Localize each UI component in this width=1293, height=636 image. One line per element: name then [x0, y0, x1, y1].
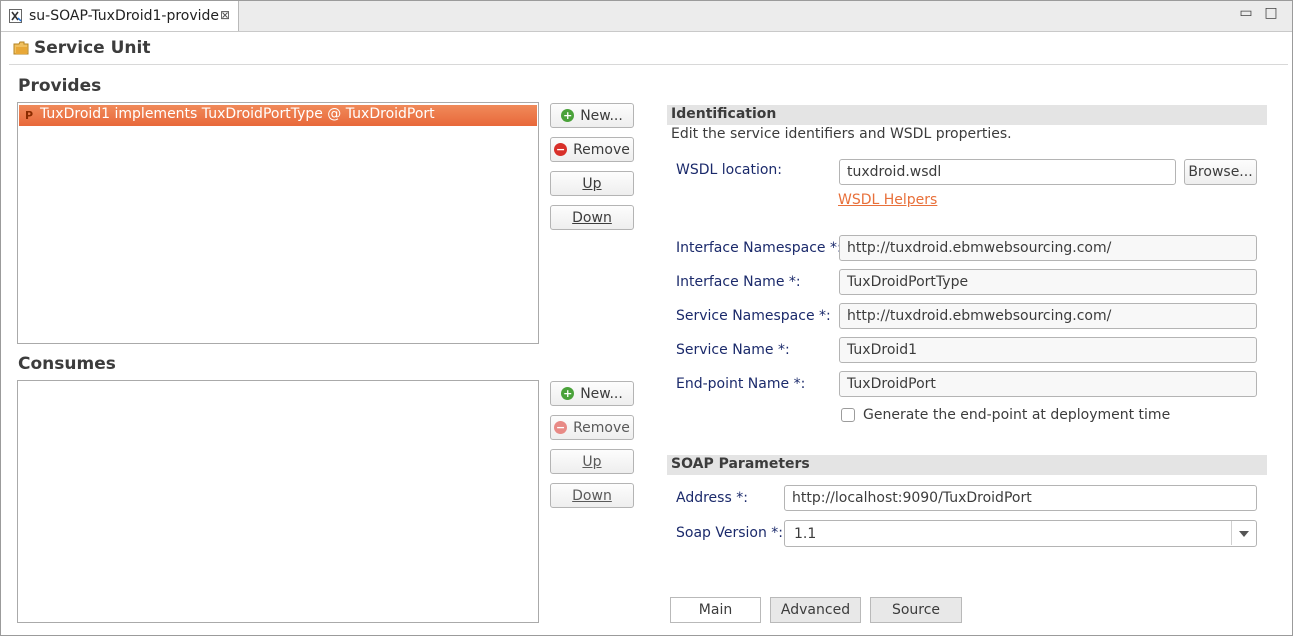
- identification-title: Identification: [671, 106, 777, 122]
- editor-tab[interactable]: su-SOAP-TuxDroid1-provide ⊠: [1, 1, 239, 31]
- consumes-list[interactable]: [17, 380, 539, 623]
- provides-marker-icon: P: [25, 109, 34, 122]
- consumes-up-label: Up: [582, 453, 602, 470]
- generate-endpoint-checkbox[interactable]: [841, 408, 855, 422]
- provides-new-button[interactable]: + New...: [550, 103, 634, 128]
- editor-tab-bar: su-SOAP-TuxDroid1-provide ⊠ ▭ □: [1, 1, 1292, 32]
- interface-name-field[interactable]: TuxDroidPortType: [839, 269, 1257, 295]
- consumes-remove-label: Remove: [573, 419, 630, 436]
- chevron-down-icon[interactable]: [1231, 521, 1256, 545]
- consumes-down-label: Down: [572, 487, 612, 504]
- soap-version-select[interactable]: 1.1: [784, 520, 1257, 547]
- consumes-new-button[interactable]: + New...: [550, 381, 634, 406]
- provides-remove-label: Remove: [573, 141, 630, 158]
- endpoint-name-label: End-point Name *:: [676, 376, 806, 392]
- endpoint-name-field[interactable]: TuxDroidPort: [839, 371, 1257, 397]
- wsdl-location-label: WSDL location:: [676, 162, 783, 178]
- editor-window: su-SOAP-TuxDroid1-provide ⊠ ▭ □ Service …: [0, 0, 1293, 636]
- close-icon[interactable]: ⊠: [220, 8, 230, 22]
- wsdl-location-field[interactable]: tuxdroid.wsdl: [839, 159, 1176, 185]
- remove-icon: −: [554, 421, 568, 434]
- xml-file-icon: [9, 9, 22, 23]
- consumes-up-button[interactable]: Up: [550, 449, 634, 474]
- header-divider: [9, 64, 1288, 65]
- page-title: Service Unit: [34, 38, 151, 58]
- tab-main[interactable]: Main: [670, 597, 761, 623]
- soap-version-value: 1.1: [794, 526, 817, 542]
- folder-icon: [13, 41, 29, 55]
- tab-source[interactable]: Source: [870, 597, 962, 623]
- service-namespace-label: Service Namespace *:: [676, 308, 831, 324]
- service-namespace-field[interactable]: http://tuxdroid.ebmwebsourcing.com/: [839, 303, 1257, 329]
- add-icon: +: [561, 109, 575, 122]
- consumes-remove-button[interactable]: − Remove: [550, 415, 634, 440]
- consumes-title: Consumes: [18, 354, 116, 374]
- minimize-icon[interactable]: ▭: [1238, 5, 1254, 21]
- browse-button[interactable]: Browse...: [1184, 159, 1257, 185]
- editor-tab-label: su-SOAP-TuxDroid1-provide: [29, 8, 220, 24]
- list-item-label: TuxDroid1 implements TuxDroidPortType @ …: [40, 106, 435, 122]
- address-label: Address *:: [676, 490, 748, 506]
- provides-list[interactable]: P TuxDroid1 implements TuxDroidPortType …: [17, 102, 539, 344]
- interface-namespace-label: Interface Namespace *:: [676, 240, 842, 256]
- soap-parameters-title: SOAP Parameters: [671, 456, 810, 472]
- consumes-new-label: New...: [580, 385, 623, 402]
- interface-name-label: Interface Name *:: [676, 274, 801, 290]
- interface-namespace-field[interactable]: http://tuxdroid.ebmwebsourcing.com/: [839, 235, 1257, 261]
- identification-header: Identification: [667, 105, 1267, 125]
- provides-down-label: Down: [572, 209, 612, 226]
- wsdl-helpers-link[interactable]: WSDL Helpers: [838, 192, 937, 208]
- consumes-down-button[interactable]: Down: [550, 483, 634, 508]
- add-icon: +: [561, 387, 575, 400]
- generate-endpoint-label: Generate the end-point at deployment tim…: [863, 407, 1171, 423]
- provides-new-label: New...: [580, 107, 623, 124]
- service-name-field[interactable]: TuxDroid1: [839, 337, 1257, 363]
- provides-down-button[interactable]: Down: [550, 205, 634, 230]
- tab-advanced[interactable]: Advanced: [770, 597, 861, 623]
- provides-up-button[interactable]: Up: [550, 171, 634, 196]
- remove-icon: −: [554, 143, 568, 156]
- provides-title: Provides: [18, 76, 102, 96]
- soap-version-label: Soap Version *:: [676, 525, 784, 541]
- maximize-icon[interactable]: □: [1263, 5, 1279, 21]
- provides-up-label: Up: [582, 175, 602, 192]
- soap-parameters-header: SOAP Parameters: [667, 455, 1267, 475]
- list-item[interactable]: P TuxDroid1 implements TuxDroidPortType …: [19, 105, 537, 126]
- service-name-label: Service Name *:: [676, 342, 790, 358]
- address-field[interactable]: http://localhost:9090/TuxDroidPort: [784, 485, 1257, 511]
- provides-remove-button[interactable]: − Remove: [550, 137, 634, 162]
- identification-description: Edit the service identifiers and WSDL pr…: [671, 126, 1012, 142]
